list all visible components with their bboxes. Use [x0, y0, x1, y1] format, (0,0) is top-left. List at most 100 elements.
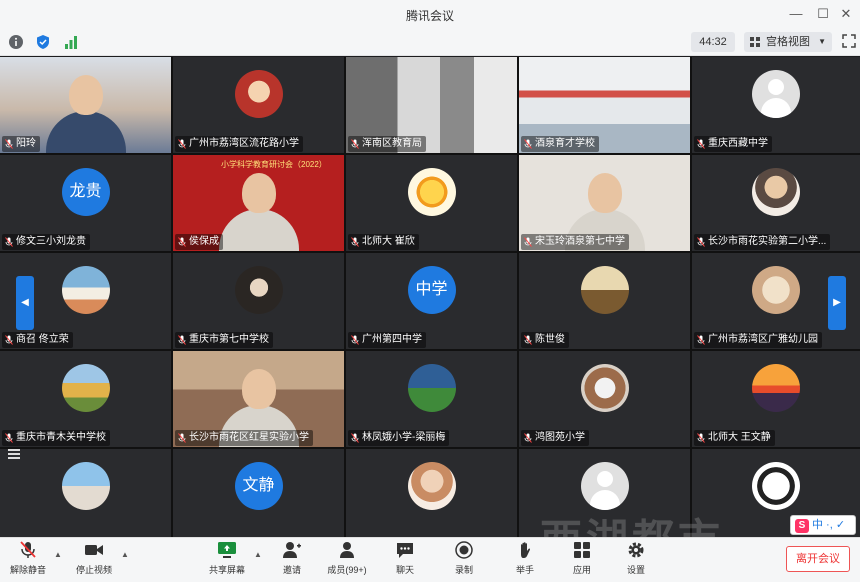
camera-icon: [85, 545, 103, 555]
microphone-muted-icon: [524, 335, 532, 345]
participant-tile[interactable]: 阳玲: [0, 57, 171, 153]
maximize-icon[interactable]: ☐: [813, 4, 833, 24]
participant-tile[interactable]: 重庆西藏中学: [692, 57, 860, 153]
bottom-toolbar: 解除静音 ▲ 停止视频 ▲ 共享屏幕 ▲ 邀请 成员(99+) 聊天 录制 举手…: [0, 537, 860, 582]
participant-tile[interactable]: 龙贵 修文三小刘龙贵: [0, 155, 171, 251]
chevron-down-icon: ▼: [818, 37, 826, 46]
microphone-muted-icon: [697, 433, 705, 443]
apps-button[interactable]: 应用: [565, 541, 599, 581]
settings-button[interactable]: 设置: [619, 541, 653, 581]
participant-tile[interactable]: 长沙市雨花实验第二小学...: [692, 155, 860, 251]
participant-name: 浑南区教育局: [362, 138, 422, 149]
participant-name: 北师大 崔欣: [362, 236, 415, 247]
video-options-chevron-icon[interactable]: ▲: [121, 550, 129, 559]
participant-tile[interactable]: 鸿图苑小学: [519, 351, 690, 447]
signal-icon[interactable]: [63, 34, 79, 50]
avatar: [580, 266, 629, 314]
participant-name: 广州市荔湾区流花路小学: [189, 138, 299, 149]
avatar: 中学: [407, 266, 456, 314]
minimize-icon[interactable]: —: [786, 4, 806, 24]
audio-options-chevron-icon[interactable]: ▲: [54, 550, 62, 559]
participant-tile[interactable]: 北师大 崔欣: [346, 155, 517, 251]
leave-meeting-button[interactable]: 离开会议: [786, 546, 850, 572]
avatar: [407, 168, 456, 216]
avatar: [407, 462, 456, 510]
participant-tile[interactable]: [346, 449, 517, 545]
avatar: [752, 266, 800, 314]
avatar: [407, 364, 456, 412]
participant-tile[interactable]: 重庆市第七中学校: [173, 253, 344, 349]
participant-name: 重庆西藏中学: [708, 138, 768, 149]
share-options-chevron-icon[interactable]: ▲: [254, 550, 262, 559]
chat-button[interactable]: 聊天: [388, 541, 422, 581]
invite-label: 邀请: [282, 565, 301, 575]
participant-tile[interactable]: 浑南区教育局: [346, 57, 517, 153]
share-screen-button[interactable]: 共享屏幕: [202, 541, 252, 581]
prev-page-arrow[interactable]: ◀: [16, 276, 34, 330]
participant-tile[interactable]: 长沙市雨花区红星实验小学: [173, 351, 344, 447]
view-layout-button[interactable]: 宫格视图 ▼: [744, 32, 832, 52]
invite-button[interactable]: 邀请: [275, 541, 309, 581]
microphone-muted-icon: [20, 541, 36, 558]
info-bar: 44:32 宫格视图 ▼: [0, 28, 860, 56]
stop-video-button[interactable]: 停止视频: [70, 541, 118, 581]
avatar: [61, 266, 110, 314]
participant-tile[interactable]: 文静: [173, 449, 344, 545]
avatar: [61, 462, 110, 510]
participant-tile[interactable]: 重庆市青木关中学校: [0, 351, 171, 447]
participant-tile[interactable]: 小学科学教育研讨会（2022） 侯保成: [173, 155, 344, 251]
person-silhouette: [241, 369, 276, 409]
participant-tile[interactable]: [0, 449, 171, 545]
unmute-button[interactable]: 解除静音: [6, 541, 50, 581]
microphone-muted-icon: [351, 139, 359, 149]
banner-text: 小学科学教育研讨会（2022）: [221, 160, 327, 169]
apps-label: 应用: [572, 565, 591, 575]
gear-icon: [628, 542, 644, 558]
microphone-muted-icon: [524, 139, 532, 149]
participant-name: 鸿图苑小学: [535, 432, 585, 443]
fullscreen-icon[interactable]: [842, 34, 856, 48]
participant-name-label: 北师大 王文静: [694, 430, 775, 446]
microphone-muted-icon: [5, 433, 13, 443]
participant-name: 林凤娥小学-梁丽梅: [362, 432, 446, 443]
participant-name-label: 重庆西藏中学: [694, 136, 772, 152]
stop-video-label: 停止视频: [75, 565, 112, 575]
participant-tile[interactable]: 北师大 王文静: [692, 351, 860, 447]
participant-name: 长沙市雨花区红星实验小学: [189, 432, 309, 443]
menu-icon[interactable]: [6, 446, 22, 462]
participant-tile[interactable]: 林凤娥小学-梁丽梅: [346, 351, 517, 447]
participant-tile[interactable]: 广州市荔湾区流花路小学: [173, 57, 344, 153]
next-page-arrow[interactable]: ▶: [828, 276, 846, 330]
window-title: 腾讯会议: [405, 9, 454, 23]
default-avatar-icon: [752, 70, 800, 118]
participant-tile[interactable]: 陈世俊: [519, 253, 690, 349]
participant-name: 重庆市第七中学校: [189, 334, 269, 345]
close-icon[interactable]: ✕: [836, 4, 856, 24]
participant-name-label: 修文三小刘龙贵: [2, 234, 90, 250]
members-icon: [340, 542, 354, 558]
participant-name: 广州市荔湾区广雅幼儿园: [708, 334, 818, 345]
participant-tile[interactable]: 宋玉玲酒泉第七中学: [519, 155, 690, 251]
members-button[interactable]: 成员(99+): [322, 541, 372, 581]
microphone-muted-icon: [697, 335, 705, 345]
participant-name-label: 商召 佟立荣: [2, 332, 73, 348]
record-button[interactable]: 录制: [447, 541, 481, 581]
participant-tile[interactable]: 酒泉育才学校: [519, 57, 690, 153]
participant-name-label: 北师大 崔欣: [348, 234, 419, 250]
info-icon[interactable]: [8, 34, 24, 50]
participant-name-label: 广州市荔湾区广雅幼儿园: [694, 332, 822, 348]
shield-icon[interactable]: [35, 34, 51, 50]
microphone-muted-icon: [351, 335, 359, 345]
participant-name: 北师大 王文静: [708, 432, 771, 443]
raise-hand-button[interactable]: 举手: [508, 541, 542, 581]
microphone-muted-icon: [178, 433, 186, 443]
participant-name: 长沙市雨花实验第二小学...: [708, 236, 827, 247]
participant-name: 阳玲: [16, 138, 36, 149]
participant-name: 修文三小刘龙贵: [16, 236, 86, 247]
participant-name-label: 阳玲: [2, 136, 40, 152]
participant-tile[interactable]: 中学 广州第四中学: [346, 253, 517, 349]
share-screen-label: 共享屏幕: [208, 565, 245, 575]
title-bar: 腾讯会议 — ☐ ✕: [0, 0, 860, 28]
ime-indicator[interactable]: S中 ·, ✓: [790, 515, 856, 535]
view-layout-label: 宫格视图: [766, 36, 810, 48]
